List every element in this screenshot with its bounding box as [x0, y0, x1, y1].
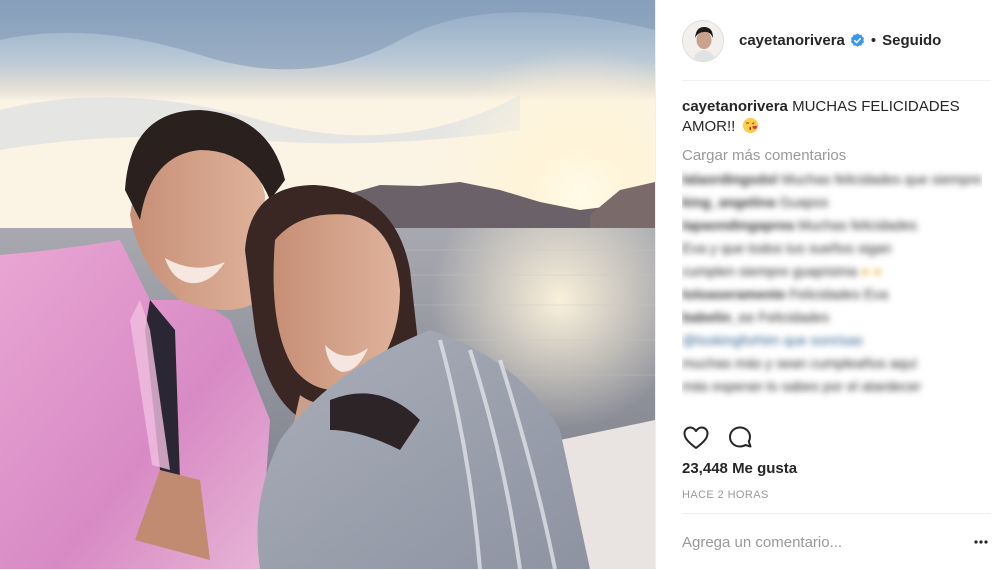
post-photo[interactable]	[0, 0, 655, 569]
comment-line: babelin_cc Felicidades	[682, 309, 830, 325]
post-caption: cayetanorivera MUCHAS FELICIDADES AMOR!!	[682, 97, 982, 137]
post-details-panel: cayetanorivera • Seguido cayetanorivera …	[655, 0, 1005, 569]
caption-username[interactable]: cayetanorivera	[682, 98, 788, 115]
post-header: cayetanorivera • Seguido	[656, 0, 1005, 81]
comment-line: lalaordingsdol Muchas felicidades que si…	[682, 171, 982, 187]
kiss-emoji-icon	[742, 117, 758, 134]
likes-label: Me gusta	[732, 460, 798, 477]
heart-icon[interactable]	[682, 424, 710, 452]
post-actions	[682, 424, 754, 452]
comments-list[interactable]: cayetanorivera MUCHAS FELICIDADES AMOR!!…	[682, 97, 982, 419]
comment-line: @lookingforhim que sonrisas	[682, 332, 863, 348]
comment-input[interactable]	[682, 533, 971, 551]
following-button[interactable]: Seguido	[882, 32, 941, 49]
header-username[interactable]: cayetanorivera	[739, 32, 845, 49]
more-options-button[interactable]	[971, 532, 991, 552]
comment-line: más esperan lo sabes por el atardecer	[682, 378, 921, 394]
comment-icon[interactable]	[726, 424, 754, 452]
verified-badge-icon	[850, 33, 864, 47]
blurred-comments: lalaordingsdol Muchas felicidades que si…	[682, 168, 982, 398]
more-options-icon	[974, 540, 988, 544]
comment-line: king_angelina Guapos	[682, 194, 829, 210]
comment-line: lapaondingaprea Muchas felicidades	[682, 217, 917, 233]
avatar-photo	[683, 20, 723, 61]
likes-count[interactable]: 23,448 Me gusta	[682, 460, 797, 477]
likes-number: 23,448	[682, 460, 728, 477]
comment-line: toloaseramente Felicidades Eva	[682, 286, 889, 302]
avatar[interactable]	[682, 19, 724, 62]
post-timestamp[interactable]: HACE 2 HORAS	[682, 489, 769, 501]
comment-line: Eva y que todos tus sueños sigan	[682, 240, 892, 256]
add-comment-section	[682, 513, 991, 570]
comment-line: muchas más y sean cumpleaños aquí	[682, 355, 918, 371]
separator-dot: •	[870, 32, 877, 49]
sunset-selfie-image	[0, 0, 655, 569]
comment-line: cumplen siempre guapísima ● ●	[682, 263, 882, 279]
load-more-comments-button[interactable]: Cargar más comentarios	[682, 147, 982, 164]
instagram-post: cayetanorivera • Seguido cayetanorivera …	[0, 0, 1005, 569]
